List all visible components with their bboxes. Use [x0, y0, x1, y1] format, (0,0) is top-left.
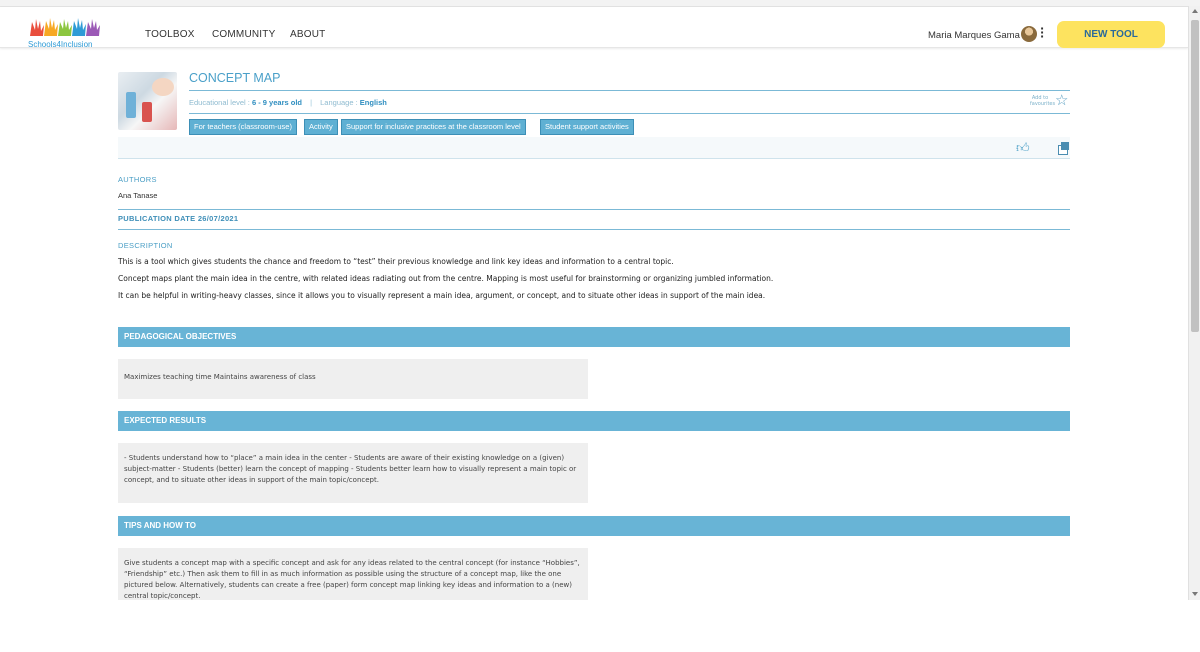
logo-text: Schools4Inclusion [28, 40, 93, 49]
nav-toolbox[interactable]: TOOLBOX [145, 29, 195, 40]
kebab-menu-icon[interactable]: · · · [1040, 23, 1044, 42]
tips-content: Give students a concept map with a speci… [118, 548, 588, 600]
tag-activity[interactable]: Activity [304, 119, 338, 135]
publication-divider [118, 229, 1070, 230]
scroll-up-arrow-icon[interactable] [1192, 9, 1198, 13]
avatar[interactable] [1021, 26, 1037, 42]
copy-icon[interactable] [1058, 142, 1070, 155]
description-line-3: It can be helpful in writing-heavy class… [118, 291, 766, 300]
author-name: Ana Tanase [118, 191, 158, 200]
tool-title: CONCEPT MAP [189, 71, 281, 85]
educational-level-label: Educational level : [189, 98, 250, 107]
expected-results-section-header: EXPECTED RESULTS [118, 411, 1070, 431]
tag-student-support[interactable]: Student support activities [540, 119, 634, 135]
site-header: Schools4Inclusion TOOLBOX COMMUNITY ABOU… [0, 7, 1188, 49]
authors-heading: AUTHORS [118, 175, 157, 184]
meta-divider [189, 113, 1070, 114]
star-icon[interactable]: ☆ [1055, 93, 1068, 108]
tool-action-bar [118, 137, 1070, 159]
meta-separator: | [310, 98, 313, 107]
tag-inclusive-practices[interactable]: Support for inclusive practices at the c… [341, 119, 526, 135]
hands-logo-icon [30, 18, 100, 36]
tag-teachers[interactable]: For teachers (classroom-use) [189, 119, 297, 135]
vertical-scrollbar[interactable] [1188, 6, 1200, 600]
new-tool-button[interactable]: NEW TOOL [1057, 21, 1165, 48]
objectives-section-header: PEDAGOGICAL OBJECTIVES [118, 327, 1070, 347]
authors-divider [118, 209, 1070, 210]
expected-results-content: - Students understand how to “place” a m… [118, 443, 588, 503]
browser-top-strip [0, 0, 1200, 7]
description-line-2: Concept maps plant the main idea in the … [118, 274, 774, 283]
tool-meta: Educational level : 6 - 9 years old | La… [189, 98, 387, 107]
nav-community[interactable]: COMMUNITY [212, 29, 275, 40]
educational-level-value: 6 - 9 years old [251, 98, 302, 107]
scrollbar-thumb[interactable] [1191, 20, 1199, 332]
tool-thumbnail-image [118, 72, 177, 130]
site-logo[interactable]: Schools4Inclusion [28, 16, 108, 52]
nav-about[interactable]: ABOUT [290, 29, 325, 40]
publication-date: PUBLICATION DATE 26/07/2021 [118, 214, 239, 223]
tips-section-header: TIPS AND HOW TO [118, 516, 1070, 536]
description-line-1: This is a tool which gives students the … [118, 257, 674, 266]
language-label: Language : [320, 98, 358, 107]
add-to-favourites-label[interactable]: Add to favourites [1030, 95, 1055, 107]
title-divider [189, 90, 1070, 91]
user-name[interactable]: Maria Marques Gama [928, 30, 1020, 41]
language-value: English [359, 98, 387, 107]
description-heading: DESCRIPTION [118, 241, 173, 250]
scroll-down-arrow-icon[interactable] [1192, 592, 1198, 596]
objectives-content: Maximizes teaching time Maintains awaren… [118, 359, 588, 399]
thumbs-up-icon[interactable]: 👍︎ [1016, 141, 1030, 156]
